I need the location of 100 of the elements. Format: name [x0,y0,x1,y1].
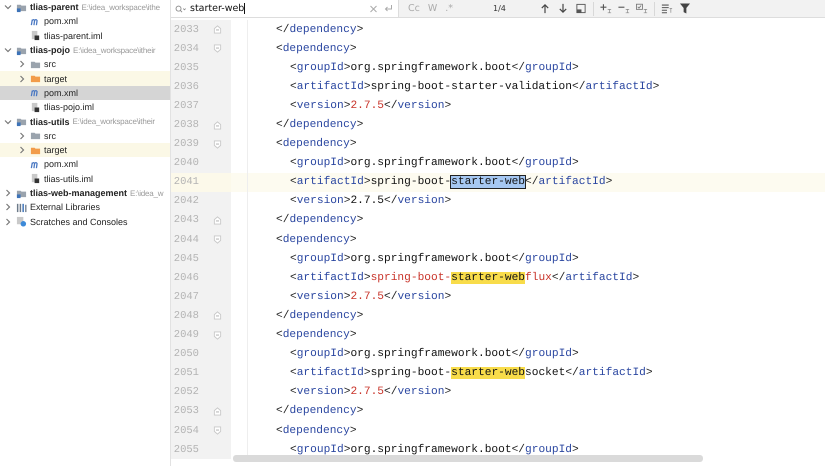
select-all-icon[interactable] [636,3,648,14]
code-text: </ [552,272,566,284]
code-text: > [444,386,452,398]
code-text: 2.7.5 [350,100,384,112]
code-text: > [350,234,357,246]
code-text: > [344,348,350,360]
module-file-icon [30,173,41,184]
fold-end-marker-icon[interactable] [212,406,222,416]
code-text: groupId [525,157,572,170]
code-text: > [364,80,371,93]
fold-marker-icon[interactable] [212,44,222,54]
line-number: 2055 [172,444,199,456]
tree-item-label: target [44,145,68,156]
tree-item[interactable]: tlias-parent.iml [0,28,170,43]
tree-item[interactable]: pom.xml [0,14,170,29]
list-icon[interactable] [661,3,673,14]
code-text: > [356,119,364,132]
fold-end-marker-icon[interactable] [212,25,222,34]
code-text: > [344,157,350,170]
fold-marker-icon[interactable] [212,330,222,340]
fold-marker-icon[interactable] [212,235,222,244]
tree-item[interactable]: tlias-pojo.iml [0,100,170,114]
code-text: 2.7.5 [350,290,384,303]
code-text: < [290,157,297,170]
code-text: version [397,195,444,208]
new-line-icon[interactable] [383,4,394,14]
code-text: version [296,290,344,303]
search-field[interactable]: starter-web [171,0,399,17]
code-text: </ [276,214,290,226]
code-text: socket [525,367,566,380]
fold-end-marker-icon[interactable] [212,120,222,130]
up-arrow-icon[interactable] [539,3,551,14]
tree-item[interactable]: tlias-web-management E:\idea_w [0,186,170,200]
tree-item-label: tlias-parent [30,2,79,12]
code-text: artifactId [585,80,653,93]
code-text: groupId [296,157,344,170]
tree-item[interactable]: tlias-pojo E:\idea_workspace\itheir [0,42,170,58]
code-text: > [344,444,350,456]
module-path: E:\idea_w [130,188,164,198]
code-text: < [276,42,283,55]
tree-item[interactable]: External Libraries [0,200,170,214]
code-text: </ [565,367,579,380]
code-text: </ [276,119,290,132]
code-text: > [652,80,660,93]
tree-item[interactable]: pom.xml [0,157,170,172]
folder-icon [30,130,41,142]
code-text: < [276,138,283,150]
code-text: > [444,100,452,112]
folder-icon [30,73,41,84]
code-text: < [290,272,297,284]
tree-item-label: tlias-web-management [30,188,128,198]
fold-end-marker-icon[interactable] [212,216,222,225]
tree-item[interactable]: tlias-utils.iml [0,172,170,186]
code-text: version [397,290,444,303]
line-number: 2053 [172,405,199,418]
search-icon[interactable] [175,4,186,14]
match-count: 1/4 [493,4,507,13]
code-text: </ [525,176,538,188]
library-icon [16,202,27,213]
tree-item[interactable]: tlias-utils E:\idea_workspace\itheir [0,114,170,129]
tree-item[interactable]: tlias-parent E:\idea_workspace\ithe [0,0,170,14]
code-text: </ [384,195,398,208]
code-text: groupId [296,348,344,360]
add-selection-icon[interactable] [600,3,612,14]
tree-item[interactable]: src [0,128,170,143]
code-text: </ [572,80,586,93]
line-number: 2041 [172,176,199,188]
code-text: artifactId [296,80,364,93]
line-number: 2037 [172,100,199,112]
code-text: > [364,367,371,380]
code-text: > [344,100,350,112]
code-text: > [646,367,653,380]
clear-icon[interactable] [368,4,379,14]
line-number: 2045 [172,252,199,265]
fold-marker-icon[interactable] [212,140,222,149]
line-number: 2048 [172,310,199,322]
line-number: 2040 [172,157,199,170]
fold-end-marker-icon[interactable] [212,311,222,320]
tree-item[interactable]: target [0,71,170,86]
module-path: E:\idea_workspace\ithe [82,2,160,12]
code-text: artifactId [538,176,606,188]
line-number: 2054 [172,424,199,437]
scrollbar-thumb[interactable] [233,455,703,462]
code-text: dependency [282,424,350,437]
window-icon[interactable] [575,3,587,14]
tree-item[interactable]: pom.xml [0,86,170,100]
module-file-icon [30,102,41,113]
down-arrow-icon[interactable] [557,3,569,14]
search-match: starter-web [451,272,526,284]
fold-marker-icon[interactable] [212,426,222,436]
tree-item[interactable]: target [0,142,170,158]
code-text: version [397,100,444,112]
code-text: dependency [289,119,357,132]
filter-icon[interactable] [679,3,691,14]
tree-item[interactable]: Scratches and Consoles [0,214,170,229]
tree-item[interactable]: src [0,57,170,72]
code-text: version [296,195,344,208]
code-text: > [350,138,357,150]
line-number: 2036 [172,80,199,93]
line-number: 2044 [172,234,199,246]
